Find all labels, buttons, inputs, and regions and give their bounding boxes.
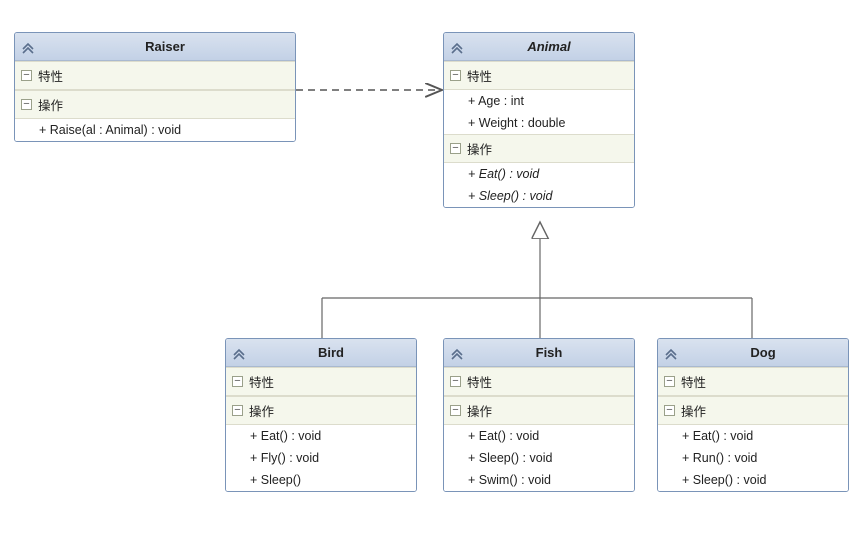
minus-icon[interactable]: −	[21, 70, 32, 81]
operation-item[interactable]: + Eat() : void	[658, 425, 848, 447]
minus-icon[interactable]: −	[21, 99, 32, 110]
operation-item[interactable]: + Run() : void	[658, 447, 848, 469]
minus-icon[interactable]: −	[450, 376, 461, 387]
section-attributes[interactable]: −特性	[15, 61, 295, 90]
minus-icon[interactable]: −	[450, 405, 461, 416]
section-label: 操作	[467, 143, 492, 157]
section-label: 操作	[38, 99, 63, 113]
class-header[interactable]: Animal	[444, 33, 634, 61]
chevron-up-icon[interactable]	[450, 40, 464, 54]
operation-item[interactable]: + Raise(al : Animal) : void	[15, 119, 295, 141]
class-raiser[interactable]: Raiser −特性 −操作 + Raise(al : Animal) : vo…	[14, 32, 296, 142]
section-attributes[interactable]: −特性	[444, 367, 634, 396]
attribute-item[interactable]: + Weight : double	[444, 112, 634, 134]
operation-item[interactable]: + Eat() : void	[444, 163, 634, 185]
class-dog[interactable]: Dog −特性 −操作 + Eat() : void + Run() : voi…	[657, 338, 849, 492]
operations-body: + Raise(al : Animal) : void	[15, 119, 295, 141]
section-label: 特性	[467, 70, 492, 84]
section-label: 操作	[249, 405, 274, 419]
section-label: 特性	[681, 376, 706, 390]
class-name: Fish	[536, 345, 563, 360]
section-operations[interactable]: −操作	[444, 134, 634, 163]
operation-item[interactable]: + Eat() : void	[226, 425, 416, 447]
operations-body: + Eat() : void + Fly() : void + Sleep()	[226, 425, 416, 491]
operation-item[interactable]: + Sleep() : void	[444, 185, 634, 207]
operations-body: + Eat() : void + Run() : void + Sleep() …	[658, 425, 848, 491]
class-name: Raiser	[145, 39, 185, 54]
section-label: 特性	[467, 376, 492, 390]
operation-item[interactable]: + Sleep() : void	[658, 469, 848, 491]
uml-class-diagram: Raiser −特性 −操作 + Raise(al : Animal) : vo…	[0, 0, 856, 535]
section-label: 操作	[467, 405, 492, 419]
operation-item[interactable]: + Fly() : void	[226, 447, 416, 469]
class-name: Dog	[750, 345, 775, 360]
section-operations[interactable]: −操作	[444, 396, 634, 425]
minus-icon[interactable]: −	[450, 143, 461, 154]
chevron-up-icon[interactable]	[450, 346, 464, 360]
section-operations[interactable]: −操作	[658, 396, 848, 425]
minus-icon[interactable]: −	[232, 405, 243, 416]
class-header[interactable]: Dog	[658, 339, 848, 367]
section-operations[interactable]: −操作	[15, 90, 295, 119]
minus-icon[interactable]: −	[450, 70, 461, 81]
attribute-item[interactable]: + Age : int	[444, 90, 634, 112]
section-label: 特性	[249, 376, 274, 390]
operations-body: + Eat() : void + Sleep() : void + Swim()…	[444, 425, 634, 491]
chevron-up-icon[interactable]	[232, 346, 246, 360]
minus-icon[interactable]: −	[664, 405, 675, 416]
class-header[interactable]: Bird	[226, 339, 416, 367]
section-attributes[interactable]: −特性	[226, 367, 416, 396]
class-header[interactable]: Fish	[444, 339, 634, 367]
class-bird[interactable]: Bird −特性 −操作 + Eat() : void + Fly() : vo…	[225, 338, 417, 492]
operation-item[interactable]: + Sleep()	[226, 469, 416, 491]
operations-body: + Eat() : void + Sleep() : void	[444, 163, 634, 207]
class-header[interactable]: Raiser	[15, 33, 295, 61]
section-attributes[interactable]: −特性	[658, 367, 848, 396]
attributes-body: + Age : int + Weight : double	[444, 90, 634, 134]
section-label: 操作	[681, 405, 706, 419]
section-operations[interactable]: −操作	[226, 396, 416, 425]
class-fish[interactable]: Fish −特性 −操作 + Eat() : void + Sleep() : …	[443, 338, 635, 492]
class-name: Bird	[318, 345, 344, 360]
chevron-up-icon[interactable]	[21, 40, 35, 54]
minus-icon[interactable]: −	[232, 376, 243, 387]
operation-item[interactable]: + Swim() : void	[444, 469, 634, 491]
operation-item[interactable]: + Eat() : void	[444, 425, 634, 447]
class-name: Animal	[527, 39, 570, 54]
minus-icon[interactable]: −	[664, 376, 675, 387]
section-attributes[interactable]: −特性	[444, 61, 634, 90]
class-animal[interactable]: Animal −特性 + Age : int + Weight : double…	[443, 32, 635, 208]
section-label: 特性	[38, 70, 63, 84]
operation-item[interactable]: + Sleep() : void	[444, 447, 634, 469]
chevron-up-icon[interactable]	[664, 346, 678, 360]
